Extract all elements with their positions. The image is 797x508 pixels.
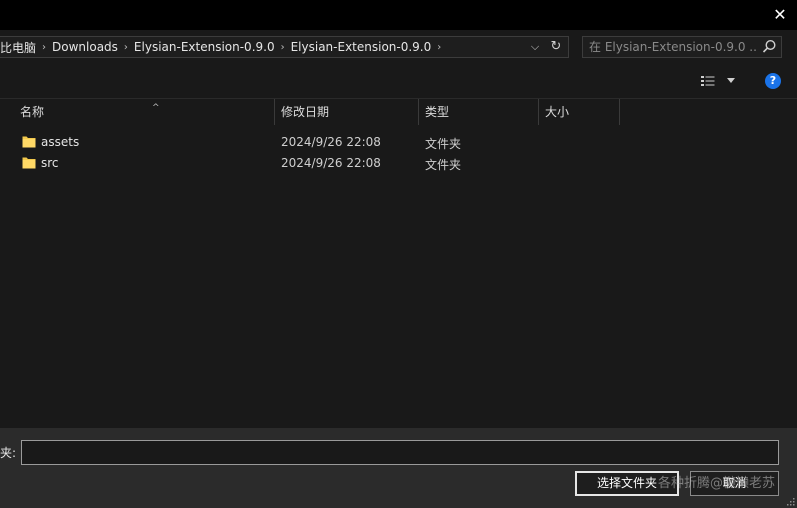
folder-icon	[22, 136, 36, 148]
column-header-date[interactable]: 修改日期	[275, 99, 419, 125]
watermark-text: 各种折腾@懒懒老苏	[658, 476, 776, 491]
refresh-button[interactable]: ↻	[546, 37, 566, 57]
close-icon: ✕	[773, 5, 787, 24]
chevron-right-icon[interactable]: ›	[40, 42, 48, 53]
refresh-icon: ↻	[550, 39, 562, 54]
sort-ascending-icon: ^	[152, 103, 160, 113]
view-options-icon	[701, 76, 715, 86]
file-name: src	[41, 156, 59, 170]
chevron-down-icon: ⌵	[530, 40, 540, 53]
file-date: 2024/9/26 22:08	[281, 156, 381, 170]
folder-field[interactable]	[21, 440, 779, 465]
search-box[interactable]	[582, 36, 782, 58]
breadcrumb-item-downloads[interactable]: Downloads	[48, 40, 122, 54]
breadcrumb: 比电脑 › Downloads › Elysian-Extension-0.9.…	[0, 37, 520, 57]
column-headers: 名称 ^ 修改日期 类型 大小	[0, 99, 797, 125]
column-header-name-label: 名称	[20, 105, 45, 119]
folder-field-label: 夹:	[0, 446, 17, 460]
address-bar[interactable]: 比电脑 › Downloads › Elysian-Extension-0.9.…	[0, 36, 569, 58]
file-date: 2024/9/26 22:08	[281, 135, 381, 149]
caret-down-icon	[727, 78, 735, 83]
folder-icon	[22, 157, 36, 169]
help-button[interactable]: ?	[765, 73, 781, 89]
dialog-footer: 夹: 选择文件夹 取消 各种折腾@懒懒老苏	[0, 428, 797, 508]
list-item[interactable]: src 2024/9/26 22:08 文件夹	[14, 153, 614, 174]
search-icon[interactable]	[761, 38, 777, 56]
resize-grip-icon[interactable]	[785, 496, 795, 506]
column-header-size[interactable]: 大小	[539, 99, 620, 125]
search-input[interactable]	[589, 37, 757, 57]
title-bar: ✕	[0, 0, 797, 30]
close-button[interactable]: ✕	[763, 0, 797, 30]
toolbar: ?	[0, 64, 797, 98]
column-header-type[interactable]: 类型	[419, 99, 539, 125]
breadcrumb-item-elysian-outer[interactable]: Elysian-Extension-0.9.0	[130, 40, 279, 54]
address-history-dropdown[interactable]: ⌵	[526, 37, 544, 57]
chevron-right-icon[interactable]: ›	[279, 42, 287, 53]
file-type: 文件夹	[425, 158, 462, 172]
chevron-right-icon[interactable]: ›	[435, 42, 443, 53]
help-icon: ?	[769, 74, 777, 87]
file-list[interactable]: 名称 ^ 修改日期 类型 大小 assets 2024/9/26 22:08 文…	[0, 98, 797, 429]
view-options-button[interactable]	[700, 72, 740, 90]
file-type: 文件夹	[425, 137, 462, 151]
breadcrumb-item-this-pc[interactable]: 比电脑	[0, 39, 40, 56]
list-item[interactable]: assets 2024/9/26 22:08 文件夹	[14, 132, 614, 153]
breadcrumb-item-elysian-inner[interactable]: Elysian-Extension-0.9.0	[287, 40, 436, 54]
chevron-right-icon[interactable]: ›	[122, 42, 130, 53]
column-header-name[interactable]: 名称 ^	[14, 99, 275, 125]
file-name: assets	[41, 135, 80, 149]
